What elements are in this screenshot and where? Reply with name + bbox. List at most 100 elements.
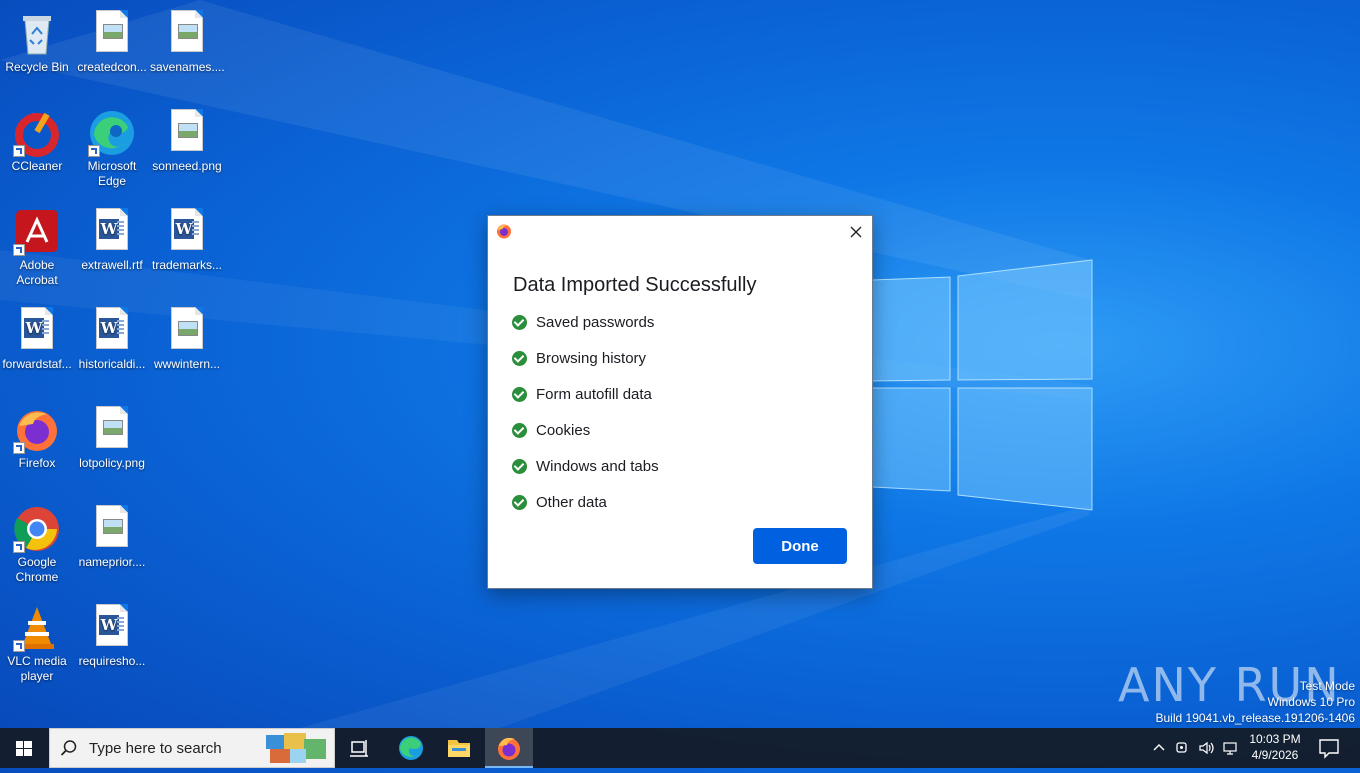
desktop-icon-file[interactable]: W trademarks... xyxy=(150,202,224,273)
desktop-icon-file[interactable]: sonneed.png xyxy=(150,103,224,174)
desktop-icon-label: requiresho... xyxy=(78,654,146,668)
desktop-icon-acrobat[interactable]: Adobe Acrobat xyxy=(0,202,74,288)
image-file-icon xyxy=(88,406,136,454)
desktop-icon-file[interactable]: wwwintern... xyxy=(150,301,224,372)
dialog-title: Data Imported Successfully xyxy=(513,274,757,296)
desktop-icon-file[interactable]: W forwardstaf... xyxy=(0,301,74,372)
done-button[interactable]: Done xyxy=(753,528,847,564)
list-item: Form autofill data xyxy=(512,386,659,422)
desktop-icon-label: Firefox xyxy=(18,456,56,470)
desktop-icon-label: forwardstaf... xyxy=(2,357,72,371)
desktop-icon-label: sonneed.png xyxy=(152,159,222,173)
item-label: Cookies xyxy=(536,422,591,439)
shortcut-arrow-icon xyxy=(88,145,100,157)
network-icon[interactable] xyxy=(1222,740,1240,756)
desktop-icon-label: CCleaner xyxy=(11,159,63,173)
word-document-icon: W xyxy=(88,208,136,256)
desktop-icon-label: Google Chrome xyxy=(15,555,59,584)
desktop-icon-file[interactable]: savenames.... xyxy=(150,4,225,75)
desktop-icon-label: trademarks... xyxy=(151,258,223,272)
firefox-icon xyxy=(498,737,520,760)
shortcut-arrow-icon xyxy=(13,244,25,256)
system-tray xyxy=(1148,728,1244,768)
chevron-up-icon[interactable] xyxy=(1152,741,1166,755)
check-circle-icon xyxy=(512,315,527,330)
image-file-icon xyxy=(163,10,211,58)
taskbar-search-box[interactable]: Type here to search xyxy=(49,728,335,768)
desktop-icon-edge[interactable]: Microsoft Edge xyxy=(75,103,149,189)
imported-items-list: Saved passwords Browsing history Form au… xyxy=(512,314,659,530)
list-item: Windows and tabs xyxy=(512,458,659,494)
desktop-icon-file[interactable]: lotpolicy.png xyxy=(75,400,149,471)
desktop-icon-label: savenames.... xyxy=(150,60,225,74)
desktop-icon-chrome[interactable]: Google Chrome xyxy=(0,499,74,585)
desktop-icon-file[interactable]: createdcon... xyxy=(75,4,149,75)
desktop-icon-recycle-bin[interactable]: Recycle Bin xyxy=(0,4,74,75)
os-label: Windows 10 Pro xyxy=(1267,695,1355,709)
acrobat-icon xyxy=(13,208,61,256)
shortcut-arrow-icon xyxy=(13,541,25,553)
desktop-icon-ccleaner[interactable]: CCleaner xyxy=(0,103,74,174)
shortcut-arrow-icon xyxy=(13,442,25,454)
image-file-icon xyxy=(88,10,136,58)
check-circle-icon xyxy=(512,495,527,510)
action-center-button[interactable] xyxy=(1306,728,1352,768)
volume-icon[interactable] xyxy=(1198,740,1216,756)
item-label: Other data xyxy=(536,494,607,511)
check-circle-icon xyxy=(512,387,527,402)
chrome-icon xyxy=(13,505,61,553)
image-file-icon xyxy=(163,109,211,157)
folder-icon xyxy=(448,740,470,757)
firefox-icon xyxy=(497,224,511,239)
task-view-button[interactable] xyxy=(336,728,384,768)
list-item: Saved passwords xyxy=(512,314,659,350)
image-file-icon xyxy=(163,307,211,355)
list-item: Cookies xyxy=(512,422,659,458)
desktop-icon-label: createdcon... xyxy=(77,60,147,74)
close-button[interactable] xyxy=(846,222,866,242)
firefox-icon xyxy=(13,406,61,454)
desktop-icon-label: Microsoft Edge xyxy=(87,159,137,188)
desktop-icon-label: historicaldi... xyxy=(78,357,146,371)
item-label: Form autofill data xyxy=(536,386,652,403)
word-document-icon: W xyxy=(88,604,136,652)
taskbar: Type here to search 10:03 PM 4/9/2026 xyxy=(0,728,1360,768)
shortcut-arrow-icon xyxy=(13,145,25,157)
close-icon xyxy=(850,226,862,238)
desktop-icon-firefox[interactable]: Firefox xyxy=(0,400,74,471)
item-label: Browsing history xyxy=(536,350,647,367)
taskbar-clock[interactable]: 10:03 PM 4/9/2026 xyxy=(1244,731,1306,763)
desktop-icon-file[interactable]: nameprior.... xyxy=(75,499,149,570)
check-circle-icon xyxy=(512,423,527,438)
meeting-icon[interactable] xyxy=(1175,740,1189,756)
import-success-dialog: Data Imported Successfully Saved passwor… xyxy=(487,215,873,589)
windows-start-icon xyxy=(16,741,32,756)
desktop-icon-file[interactable]: W requiresho... xyxy=(75,598,149,669)
desktop-icon-label: Adobe Acrobat xyxy=(16,258,58,287)
check-circle-icon xyxy=(512,351,527,366)
start-button[interactable] xyxy=(0,728,48,768)
word-document-icon: W xyxy=(88,307,136,355)
word-document-icon: W xyxy=(13,307,61,355)
taskbar-file-explorer-button[interactable] xyxy=(435,728,483,768)
desktop-icon-label: nameprior.... xyxy=(78,555,146,569)
item-label: Saved passwords xyxy=(536,314,655,331)
shortcut-arrow-icon xyxy=(13,640,25,652)
desktop-icon-file[interactable]: W extrawell.rtf xyxy=(75,202,149,273)
taskbar-firefox-button[interactable] xyxy=(485,728,533,768)
edge-icon xyxy=(399,736,423,760)
windows-logo-wallpaper xyxy=(871,259,1093,511)
item-label: Windows and tabs xyxy=(536,458,659,475)
test-mode-text: Test Mode Windows 10 Pro Build 19041.vb_… xyxy=(1156,678,1356,726)
desktop-icon-label: VLC media player xyxy=(7,654,67,683)
check-circle-icon xyxy=(512,459,527,474)
desktop-icon-label: extrawell.rtf xyxy=(81,258,143,272)
search-highlight-puzzle-icon xyxy=(266,733,326,763)
desktop-icon-file[interactable]: W historicaldi... xyxy=(75,301,149,372)
search-icon xyxy=(60,740,77,756)
notification-icon xyxy=(1319,739,1339,759)
desktop-icon-vlc[interactable]: VLC media player xyxy=(0,598,74,684)
ccleaner-icon xyxy=(13,109,61,157)
search-placeholder: Type here to search xyxy=(89,740,222,757)
taskbar-edge-button[interactable] xyxy=(387,728,435,768)
